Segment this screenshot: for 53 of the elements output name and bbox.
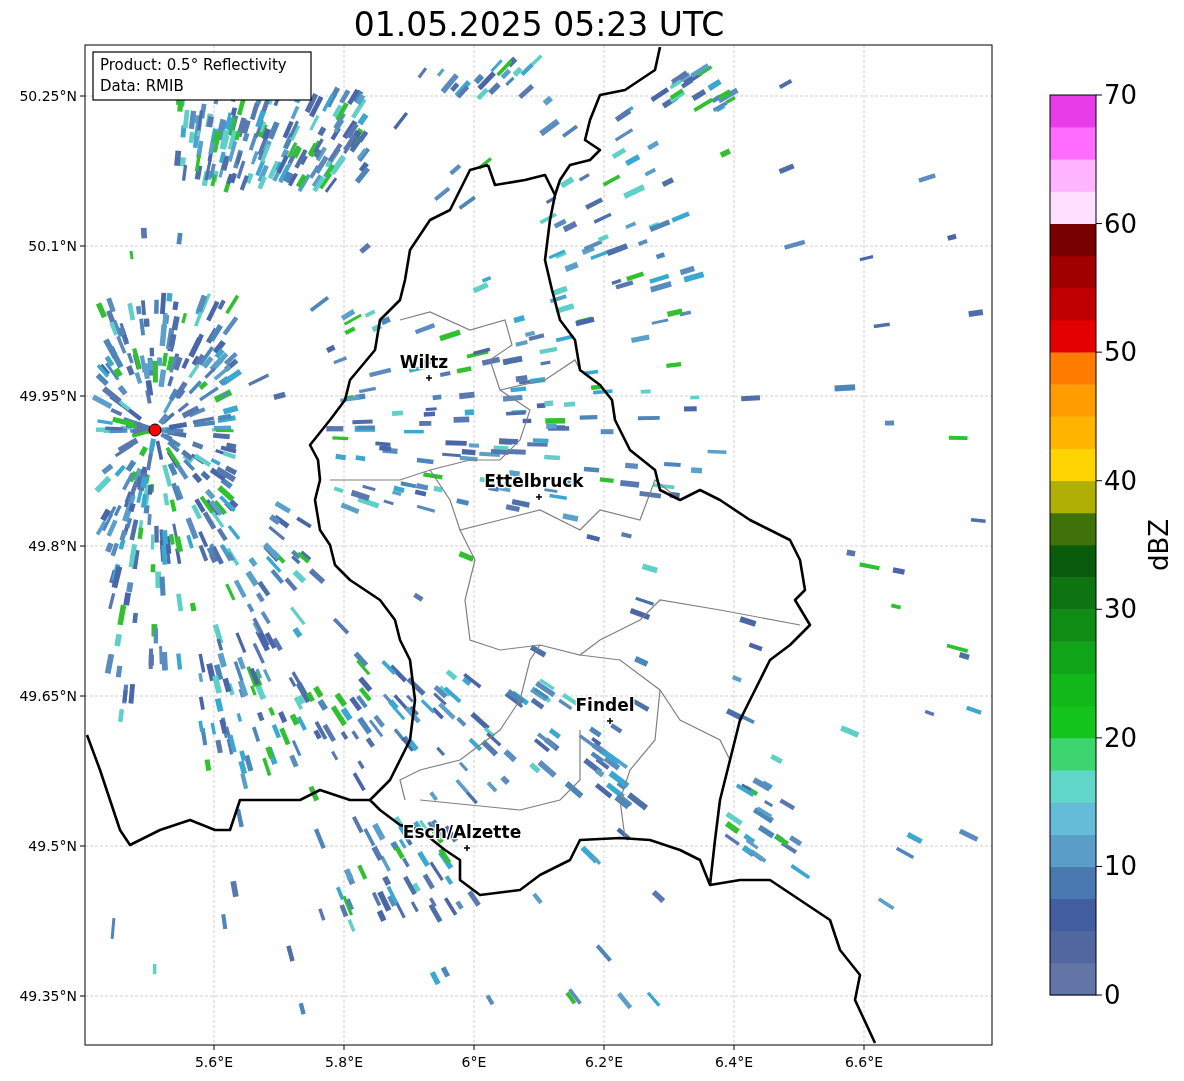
y-tick-label: 50.25°N (19, 88, 77, 104)
x-tick-label: 6.2°E (584, 1054, 624, 1070)
tick-mark (733, 1044, 735, 1051)
tick-mark (79, 695, 86, 697)
y-tick-label: 50.1°N (28, 238, 77, 254)
info-text: Data: RMIB (100, 77, 184, 95)
tick-mark (1095, 223, 1103, 225)
map-title: 01.05.2025 05:23 UTC (353, 5, 725, 44)
tick-mark (79, 245, 86, 247)
tick-mark (79, 845, 86, 847)
tick-mark (1095, 994, 1103, 996)
tick-mark (79, 545, 86, 547)
colorbar-label: dBZ (1144, 518, 1174, 572)
city-label: Ettelbruck (484, 471, 584, 491)
colorbar-tick-label: 0 (1104, 980, 1121, 1010)
colorbar-tick-label: 30 (1104, 594, 1138, 625)
tick-mark (213, 1044, 215, 1051)
tick-mark (1095, 865, 1103, 867)
city-marker-icon (606, 717, 614, 725)
tick-mark (1095, 351, 1103, 353)
tick-mark (1095, 480, 1103, 482)
tick-mark (1095, 608, 1103, 610)
tick-mark (863, 1044, 865, 1051)
city-marker-icon (535, 493, 543, 501)
tick-mark (79, 995, 86, 997)
colorbar-tick-label: 60 (1104, 208, 1138, 239)
tick-mark (473, 1044, 475, 1051)
colorbar-tick-label: 40 (1104, 465, 1138, 496)
colorbar-tick-label: 20 (1104, 722, 1138, 753)
radar-site-icon (148, 423, 162, 437)
y-tick-label: 49.35°N (19, 988, 77, 1004)
info-text: Product: 0.5° Reflectivity (100, 56, 287, 74)
city-marker-icon (463, 844, 471, 852)
y-tick-label: 49.5°N (28, 838, 77, 854)
y-tick-label: 49.65°N (19, 688, 77, 704)
x-tick-label: 6.6°E (844, 1054, 884, 1070)
tick-mark (343, 1044, 345, 1051)
y-tick-label: 49.8°N (28, 538, 77, 554)
x-tick-label: 5.6°E (194, 1054, 234, 1070)
y-tick-label: 49.95°N (19, 388, 77, 404)
x-tick-label: 5.8°E (324, 1054, 364, 1070)
colorbar-tick-label: 10 (1104, 851, 1138, 882)
city-marker-icon (425, 374, 433, 382)
tick-mark (603, 1044, 605, 1051)
city-label: Findel (575, 695, 635, 715)
tick-mark (1095, 737, 1103, 739)
x-tick-label: 6°E (461, 1054, 487, 1070)
colorbar-tick-label: 50 (1104, 337, 1138, 368)
x-tick-label: 6.4°E (714, 1054, 754, 1070)
colorbar-tick-label: 70 (1104, 80, 1138, 110)
tick-mark (79, 95, 86, 97)
tick-mark (1095, 94, 1103, 96)
tick-mark (79, 395, 86, 397)
